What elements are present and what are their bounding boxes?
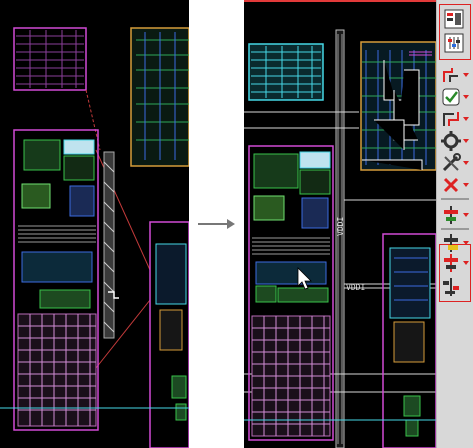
- route-alt-icon[interactable]: [440, 108, 462, 130]
- align-icon[interactable]: [440, 204, 462, 226]
- settings-sliders-icon[interactable]: [443, 32, 465, 54]
- tools-icon[interactable]: [440, 152, 462, 174]
- align-red-icon[interactable]: [440, 252, 462, 274]
- chevron-down-icon[interactable]: [463, 72, 469, 78]
- chevron-down-icon[interactable]: [463, 160, 469, 166]
- route-icon[interactable]: [440, 64, 462, 86]
- gear-icon[interactable]: [440, 130, 462, 152]
- split-icon[interactable]: [440, 276, 462, 298]
- transition-arrow-icon: [198, 219, 235, 229]
- chevron-down-icon[interactable]: [463, 240, 469, 246]
- chevron-down-icon[interactable]: [463, 116, 469, 122]
- layout-drawing-before: [0, 27, 189, 448]
- chevron-down-icon[interactable]: [463, 182, 469, 188]
- layout-view-icon[interactable]: [443, 8, 465, 30]
- vdd-label-vertical: VDDI: [336, 216, 345, 236]
- highlight-icon[interactable]: [440, 232, 462, 254]
- layout-toolbar: [436, 0, 473, 448]
- chevron-down-icon[interactable]: [463, 138, 469, 144]
- chevron-down-icon[interactable]: [463, 260, 469, 266]
- chevron-down-icon[interactable]: [463, 212, 469, 218]
- vdd-label-horizontal: VDDI: [346, 283, 366, 292]
- close-icon[interactable]: [440, 174, 462, 196]
- layout-canvas-before[interactable]: [0, 0, 189, 448]
- check-icon[interactable]: [440, 86, 462, 108]
- chevron-down-icon[interactable]: [463, 94, 469, 100]
- toolbar-separator: [441, 228, 469, 230]
- canvas-border: [244, 0, 436, 2]
- toolbar-separator: [441, 198, 469, 200]
